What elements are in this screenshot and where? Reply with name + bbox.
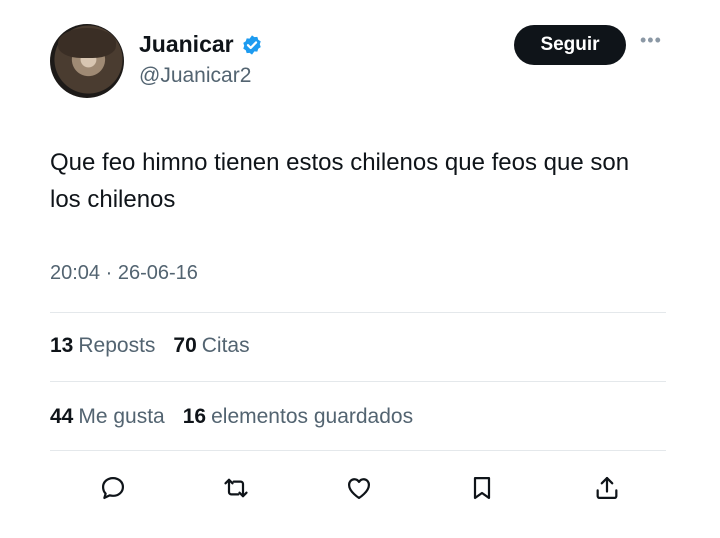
likes-stat[interactable]: 44 Me gusta: [50, 405, 165, 429]
engagement-stats-row-2: 44 Me gusta 16 elementos guardados: [50, 405, 413, 429]
reposts-stat[interactable]: 13 Reposts: [50, 334, 155, 358]
quotes-label: Citas: [201, 334, 250, 357]
action-bar: [95, 470, 625, 506]
tweet-text: Que feo himno tienen estos chilenos que …: [50, 149, 630, 213]
tweet-timestamp[interactable]: 20:04 · 26-06-16: [50, 262, 198, 285]
divider: [50, 381, 666, 382]
quotes-stat[interactable]: 70 Citas: [173, 334, 249, 358]
share-icon[interactable]: [589, 470, 625, 506]
divider: [50, 312, 666, 313]
likes-label: Me gusta: [78, 405, 165, 428]
repost-icon[interactable]: [218, 470, 254, 506]
like-icon[interactable]: [341, 470, 377, 506]
divider: [50, 450, 666, 451]
engagement-stats-row-1: 13 Reposts 70 Citas: [50, 334, 250, 358]
more-icon[interactable]: •••: [640, 30, 662, 51]
tweet-time: 20:04: [50, 262, 101, 284]
bookmarks-stat[interactable]: 16 elementos guardados: [183, 405, 413, 429]
bookmarks-label: elementos guardados: [211, 405, 414, 428]
bookmark-icon[interactable]: [464, 470, 500, 506]
author-handle[interactable]: @Juanicar2: [139, 64, 251, 88]
timestamp-separator: ·: [105, 262, 113, 284]
author-name-row: Juanicar: [139, 31, 263, 58]
reposts-label: Reposts: [78, 334, 156, 357]
avatar[interactable]: [50, 24, 124, 98]
reposts-count: 13: [50, 334, 74, 357]
author-name[interactable]: Juanicar: [139, 31, 234, 58]
tweet-date: 26-06-16: [117, 262, 198, 284]
avatar-hair: [58, 28, 116, 58]
reply-icon[interactable]: [95, 470, 131, 506]
likes-count: 44: [50, 405, 74, 428]
bookmarks-count: 16: [182, 405, 207, 428]
follow-button[interactable]: Seguir: [514, 25, 626, 65]
quotes-count: 70: [173, 334, 197, 357]
verified-badge-icon: [242, 34, 261, 55]
